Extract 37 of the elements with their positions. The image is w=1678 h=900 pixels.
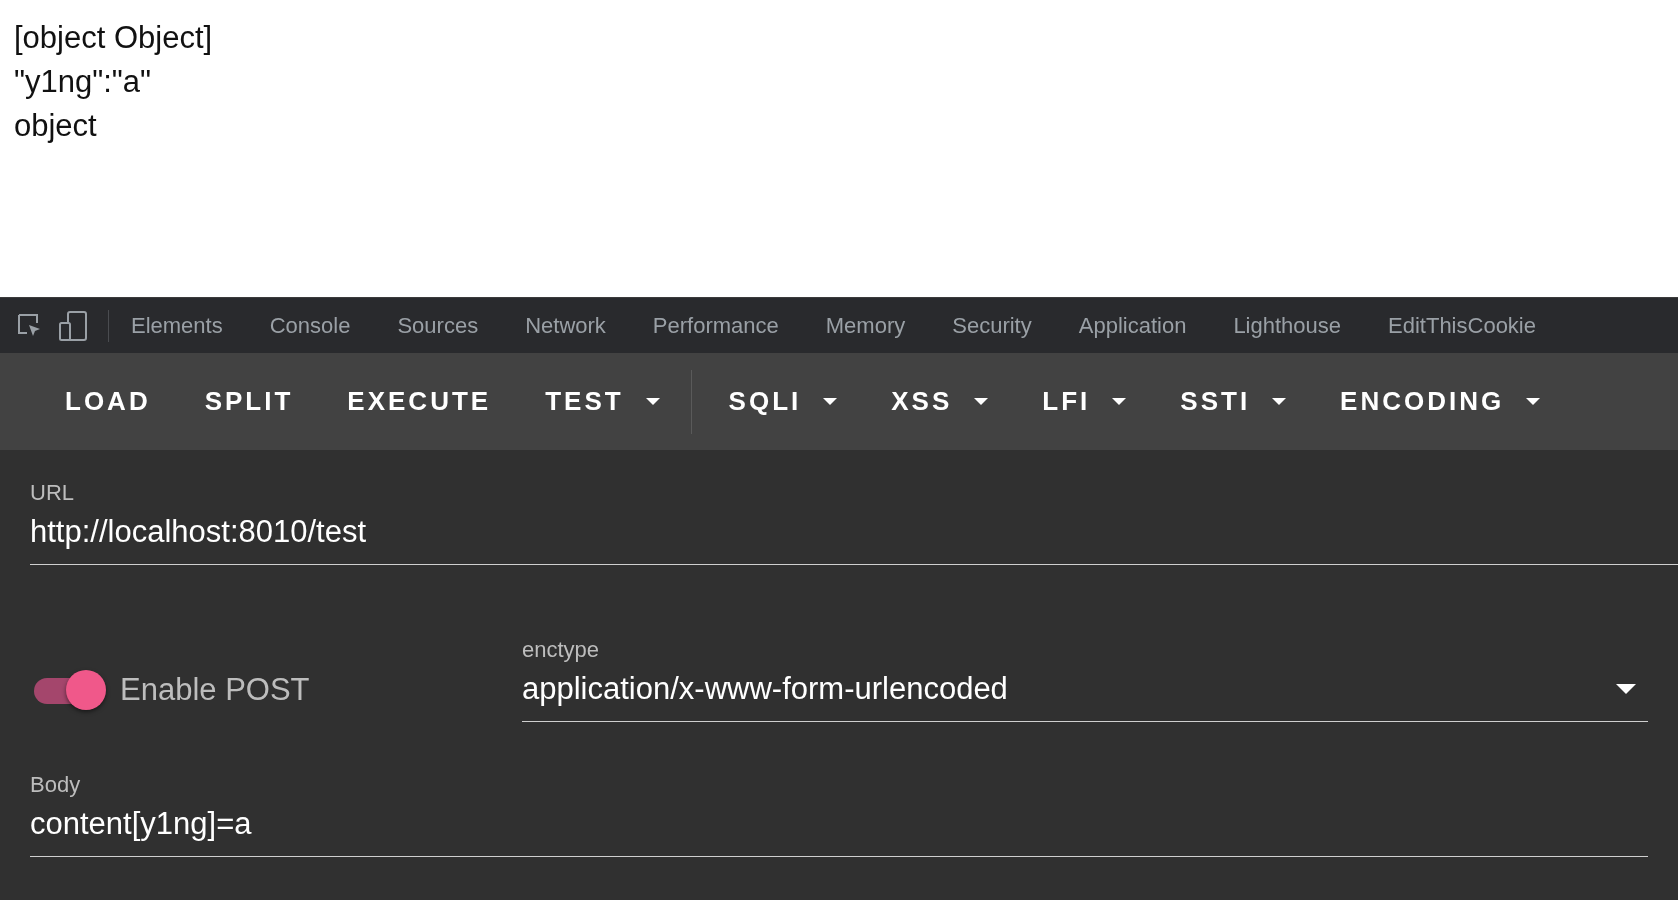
page-output-line: "y1ng":"a" — [14, 63, 153, 101]
devtools-tab[interactable]: Network — [525, 312, 606, 339]
devtools-tab[interactable]: Sources — [397, 312, 479, 339]
enctype-label: enctype — [522, 637, 601, 663]
devtools-tab[interactable]: Console — [269, 312, 351, 339]
enctype-select[interactable]: application/x-www-form-urlencoded — [522, 663, 1648, 722]
toolbar-menu-button[interactable]: XSS — [856, 372, 1008, 431]
toolbar-menu-button[interactable]: TEST — [510, 372, 679, 431]
toolbar-button[interactable]: EXECUTE — [312, 372, 511, 431]
enable-post-label: Enable POST — [120, 672, 310, 708]
devtools-tab[interactable]: Memory — [825, 312, 906, 339]
url-label: URL — [30, 480, 75, 506]
caret-icon — [823, 397, 838, 406]
url-input-field[interactable]: http://localhost:8010/test — [30, 506, 1678, 565]
dropdown-caret-icon — [1616, 684, 1636, 694]
toolbar-button[interactable]: SPLIT — [169, 372, 313, 431]
devtools-tab[interactable]: Application — [1078, 312, 1187, 339]
device-toolbar-icon[interactable] — [58, 309, 88, 342]
toolbar-menu-button[interactable]: SSTI — [1145, 372, 1306, 431]
toolbar-menu-button[interactable]: SQLI — [693, 372, 857, 431]
caret-icon — [645, 397, 660, 406]
body-input-field[interactable]: content[y1ng]=a — [30, 798, 1648, 857]
caret-icon — [1526, 397, 1541, 406]
caret-icon — [1272, 397, 1287, 406]
body-label: Body — [30, 772, 82, 798]
devtools-tab[interactable]: Lighthouse — [1233, 312, 1342, 339]
toolbar-menu-button[interactable]: ENCODING — [1305, 372, 1560, 431]
devtools-tab[interactable]: Security — [952, 312, 1032, 339]
toolbar-menu-button[interactable]: LFI — [1007, 372, 1146, 431]
devtools-tab[interactable]: EditThisCookie — [1388, 312, 1536, 339]
devtools-tab[interactable]: Performance — [652, 312, 779, 339]
toolbar-button[interactable]: LOAD — [30, 372, 170, 431]
page-output-line: object — [14, 107, 98, 145]
caret-icon — [1112, 397, 1127, 406]
page-output-line: [object Object] — [14, 19, 214, 57]
devtools-tab[interactable]: Elements — [131, 312, 223, 339]
caret-icon — [974, 397, 989, 406]
